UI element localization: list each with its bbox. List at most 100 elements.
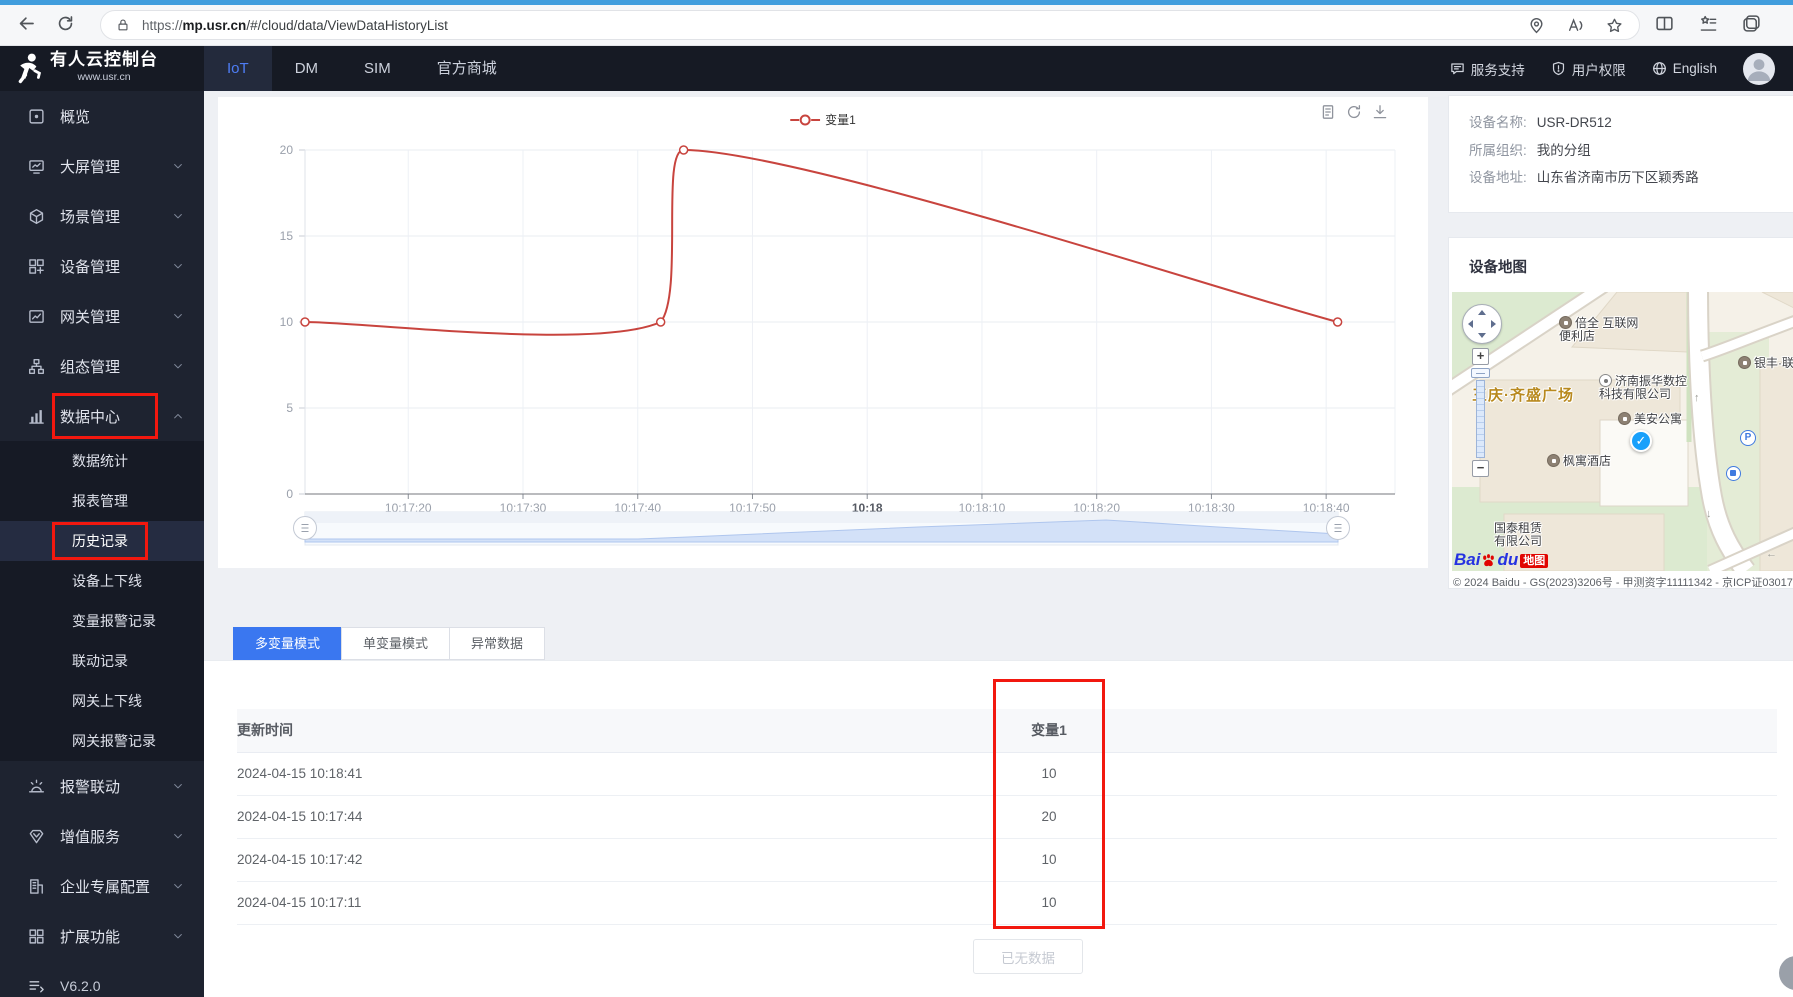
cell-variable1: 20 <box>993 795 1105 839</box>
reload-icon[interactable] <box>56 14 75 33</box>
parking-badge: P <box>1740 430 1756 446</box>
datazoom-left-handle[interactable] <box>293 516 317 540</box>
location-pin-icon[interactable] <box>1528 17 1545 34</box>
map-zoom-slider-track[interactable] <box>1476 380 1485 458</box>
no-more-data-button[interactable]: 已无数据 <box>973 939 1083 974</box>
split-screen-icon[interactable] <box>1655 14 1674 33</box>
road-arrow-left: ← <box>1766 548 1777 560</box>
sidebar-item-label: 报警联动 <box>60 778 121 796</box>
meian-apartment-poi-icon <box>1618 412 1631 425</box>
sidebar-item-label: 设备管理 <box>60 258 121 276</box>
table-row: 2024-04-15 10:17:42 10 <box>237 838 1777 882</box>
sidebar-subitem-device-online-offline[interactable]: 设备上下线 <box>0 561 204 601</box>
sidebar-item-device[interactable]: 设备管理 <box>0 241 204 291</box>
refresh-icon[interactable] <box>1346 104 1362 120</box>
alarm-icon <box>28 778 45 795</box>
device-location-marker[interactable] <box>1630 430 1652 452</box>
value-service-icon <box>28 828 45 845</box>
sidebar-item-enterprise-config[interactable]: 企业专属配置 <box>0 861 204 911</box>
road-arrow-down: ↓ <box>1706 508 1712 520</box>
tab-abnormal-data[interactable]: 异常数据 <box>449 627 546 660</box>
fengyu-hotel-poi-icon <box>1547 454 1560 467</box>
sidebar-item-scene[interactable]: 场景管理 <box>0 191 204 241</box>
sidebar-item-label: 企业专属配置 <box>60 878 151 896</box>
device-info-label: 设备地址: <box>1469 170 1527 185</box>
favorite-star-icon[interactable] <box>1606 17 1623 34</box>
copilot-icon[interactable] <box>1742 14 1761 33</box>
road-arrow-up: ↑ <box>1694 392 1700 404</box>
sidebar-subitem-report-management[interactable]: 报表管理 <box>0 481 204 521</box>
map-zoom-slider-handle[interactable] <box>1471 368 1490 378</box>
overview-icon <box>28 108 45 125</box>
chevron-down-icon <box>172 310 184 322</box>
topnav-permission[interactable]: 用户权限 <box>1551 59 1626 79</box>
sidebar-subitem-linkage-records[interactable]: 联动记录 <box>0 641 204 681</box>
language-label: English <box>1672 61 1717 76</box>
history-data-table: 更新时间 变量1 2024-04-15 10:18:41 10 2024-04-15… <box>237 709 1777 925</box>
map-pan-control[interactable] <box>1462 304 1502 344</box>
topnav-tab-dm[interactable]: DM <box>272 46 341 91</box>
baidu-logo: Bai du 地图 <box>1454 551 1549 568</box>
topnav-tab-mall[interactable]: 官方商城 <box>414 46 520 91</box>
sidebar-item-label: 扩展功能 <box>60 928 121 946</box>
sidebar-item-overview[interactable]: 概览 <box>0 91 204 141</box>
topnav-support[interactable]: 服务支持 <box>1450 59 1525 79</box>
baidu-map[interactable]: 倍全 互联网 便利店 济南振华数控 科技有限公司 三庆·齐盛广场 美安公寓 枫寓酒店 银丰·联… <box>1452 292 1793 571</box>
sidebar-item-alarm-linkage[interactable]: 报警联动 <box>0 761 204 811</box>
topnav-right: 服务支持 用户权限 English <box>1450 46 1793 91</box>
data-center-icon <box>28 408 45 425</box>
data-view-icon[interactable] <box>1320 104 1336 120</box>
sidebar-subitem-gateway-online-offline[interactable]: 网关上下线 <box>0 681 204 721</box>
support-label: 服务支持 <box>1470 62 1525 78</box>
sidebar-item-value-added[interactable]: 增值服务 <box>0 811 204 861</box>
collections-icon[interactable] <box>1699 14 1718 33</box>
topnav-tab-iot[interactable]: IoT <box>204 46 272 91</box>
chart-toolbar <box>1320 104 1388 120</box>
map-card-title: 设备地图 <box>1469 260 1527 276</box>
svg-text:20: 20 <box>280 143 294 157</box>
sidebar-subitem-gateway-alarm-records[interactable]: 网关报警记录 <box>0 721 204 761</box>
cnc-company-poi-icon <box>1599 374 1612 387</box>
tab-multi-variable[interactable]: 多变量模式 <box>233 627 343 660</box>
sidebar-subitem-data-statistics[interactable]: 数据统计 <box>0 441 204 481</box>
globe-icon <box>1652 61 1667 76</box>
map-zoom-out-button[interactable]: − <box>1472 460 1489 477</box>
brand[interactable]: 有人云控制台 www.usr.cn <box>0 46 204 91</box>
map-zoom-in-button[interactable]: + <box>1472 348 1489 365</box>
brand-title: 有人云控制台 <box>50 50 158 69</box>
sidebar-item-big-screen[interactable]: 大屏管理 <box>0 141 204 191</box>
cell-update-time: 2024-04-15 10:17:44 <box>237 795 993 839</box>
sidebar-item-data-center[interactable]: 数据中心 <box>0 391 204 441</box>
brand-subtitle: www.usr.cn <box>77 71 131 83</box>
topnav-language[interactable]: English <box>1652 61 1717 76</box>
tab-single-variable[interactable]: 单变量模式 <box>341 627 451 660</box>
chart-legend[interactable]: 变量1 <box>790 111 856 128</box>
sidebar-item-scada[interactable]: 组态管理 <box>0 341 204 391</box>
history-chart-card: 变量1 20 15 10 5 0 10:17:20 10:17:30 10:17:40 10:1… <box>218 97 1428 568</box>
chevron-down-icon <box>172 160 184 172</box>
data-mode-tabs: 多变量模式 单变量模式 异常数据 <box>233 627 546 660</box>
browser-toolbar: https://mp.usr.cn/#/cloud/data/ViewDataH… <box>0 0 1793 46</box>
back-icon[interactable] <box>17 14 36 33</box>
table-header-row: 更新时间 变量1 <box>237 709 1777 753</box>
sidebar-item-gateway[interactable]: 网关管理 <box>0 291 204 341</box>
history-line-chart: 2015105010:17:20 10:17:30 10:17:40 10:17:50… <box>280 143 1396 546</box>
cell-update-time: 2024-04-15 10:17:11 <box>237 881 993 925</box>
chevron-down-icon <box>172 210 184 222</box>
user-avatar-icon[interactable] <box>1743 52 1775 85</box>
topnav-tab-sim[interactable]: SIM <box>341 46 414 91</box>
cell-variable1: 10 <box>993 838 1105 882</box>
sidebar-subitem-variable-alarm-records[interactable]: 变量报警记录 <box>0 601 204 641</box>
read-aloud-icon[interactable] <box>1567 17 1584 34</box>
svg-text:5: 5 <box>286 401 293 415</box>
sidebar-version: V6.2.0 <box>0 961 204 997</box>
address-bar[interactable]: https://mp.usr.cn/#/cloud/data/ViewDataH… <box>100 10 1640 40</box>
sidebar-item-extension[interactable]: 扩展功能 <box>0 911 204 961</box>
cell-variable1: 10 <box>993 881 1105 925</box>
datazoom-right-handle[interactable] <box>1326 516 1350 540</box>
device-info-row: 设备地址: 山东省济南市历下区颖秀路 <box>1469 164 1783 192</box>
sidebar-subitem-history-records[interactable]: 历史记录 <box>0 521 204 561</box>
device-info-value: 我的分组 <box>1536 142 1591 158</box>
chat-icon <box>1450 61 1465 76</box>
download-icon[interactable] <box>1372 104 1388 120</box>
